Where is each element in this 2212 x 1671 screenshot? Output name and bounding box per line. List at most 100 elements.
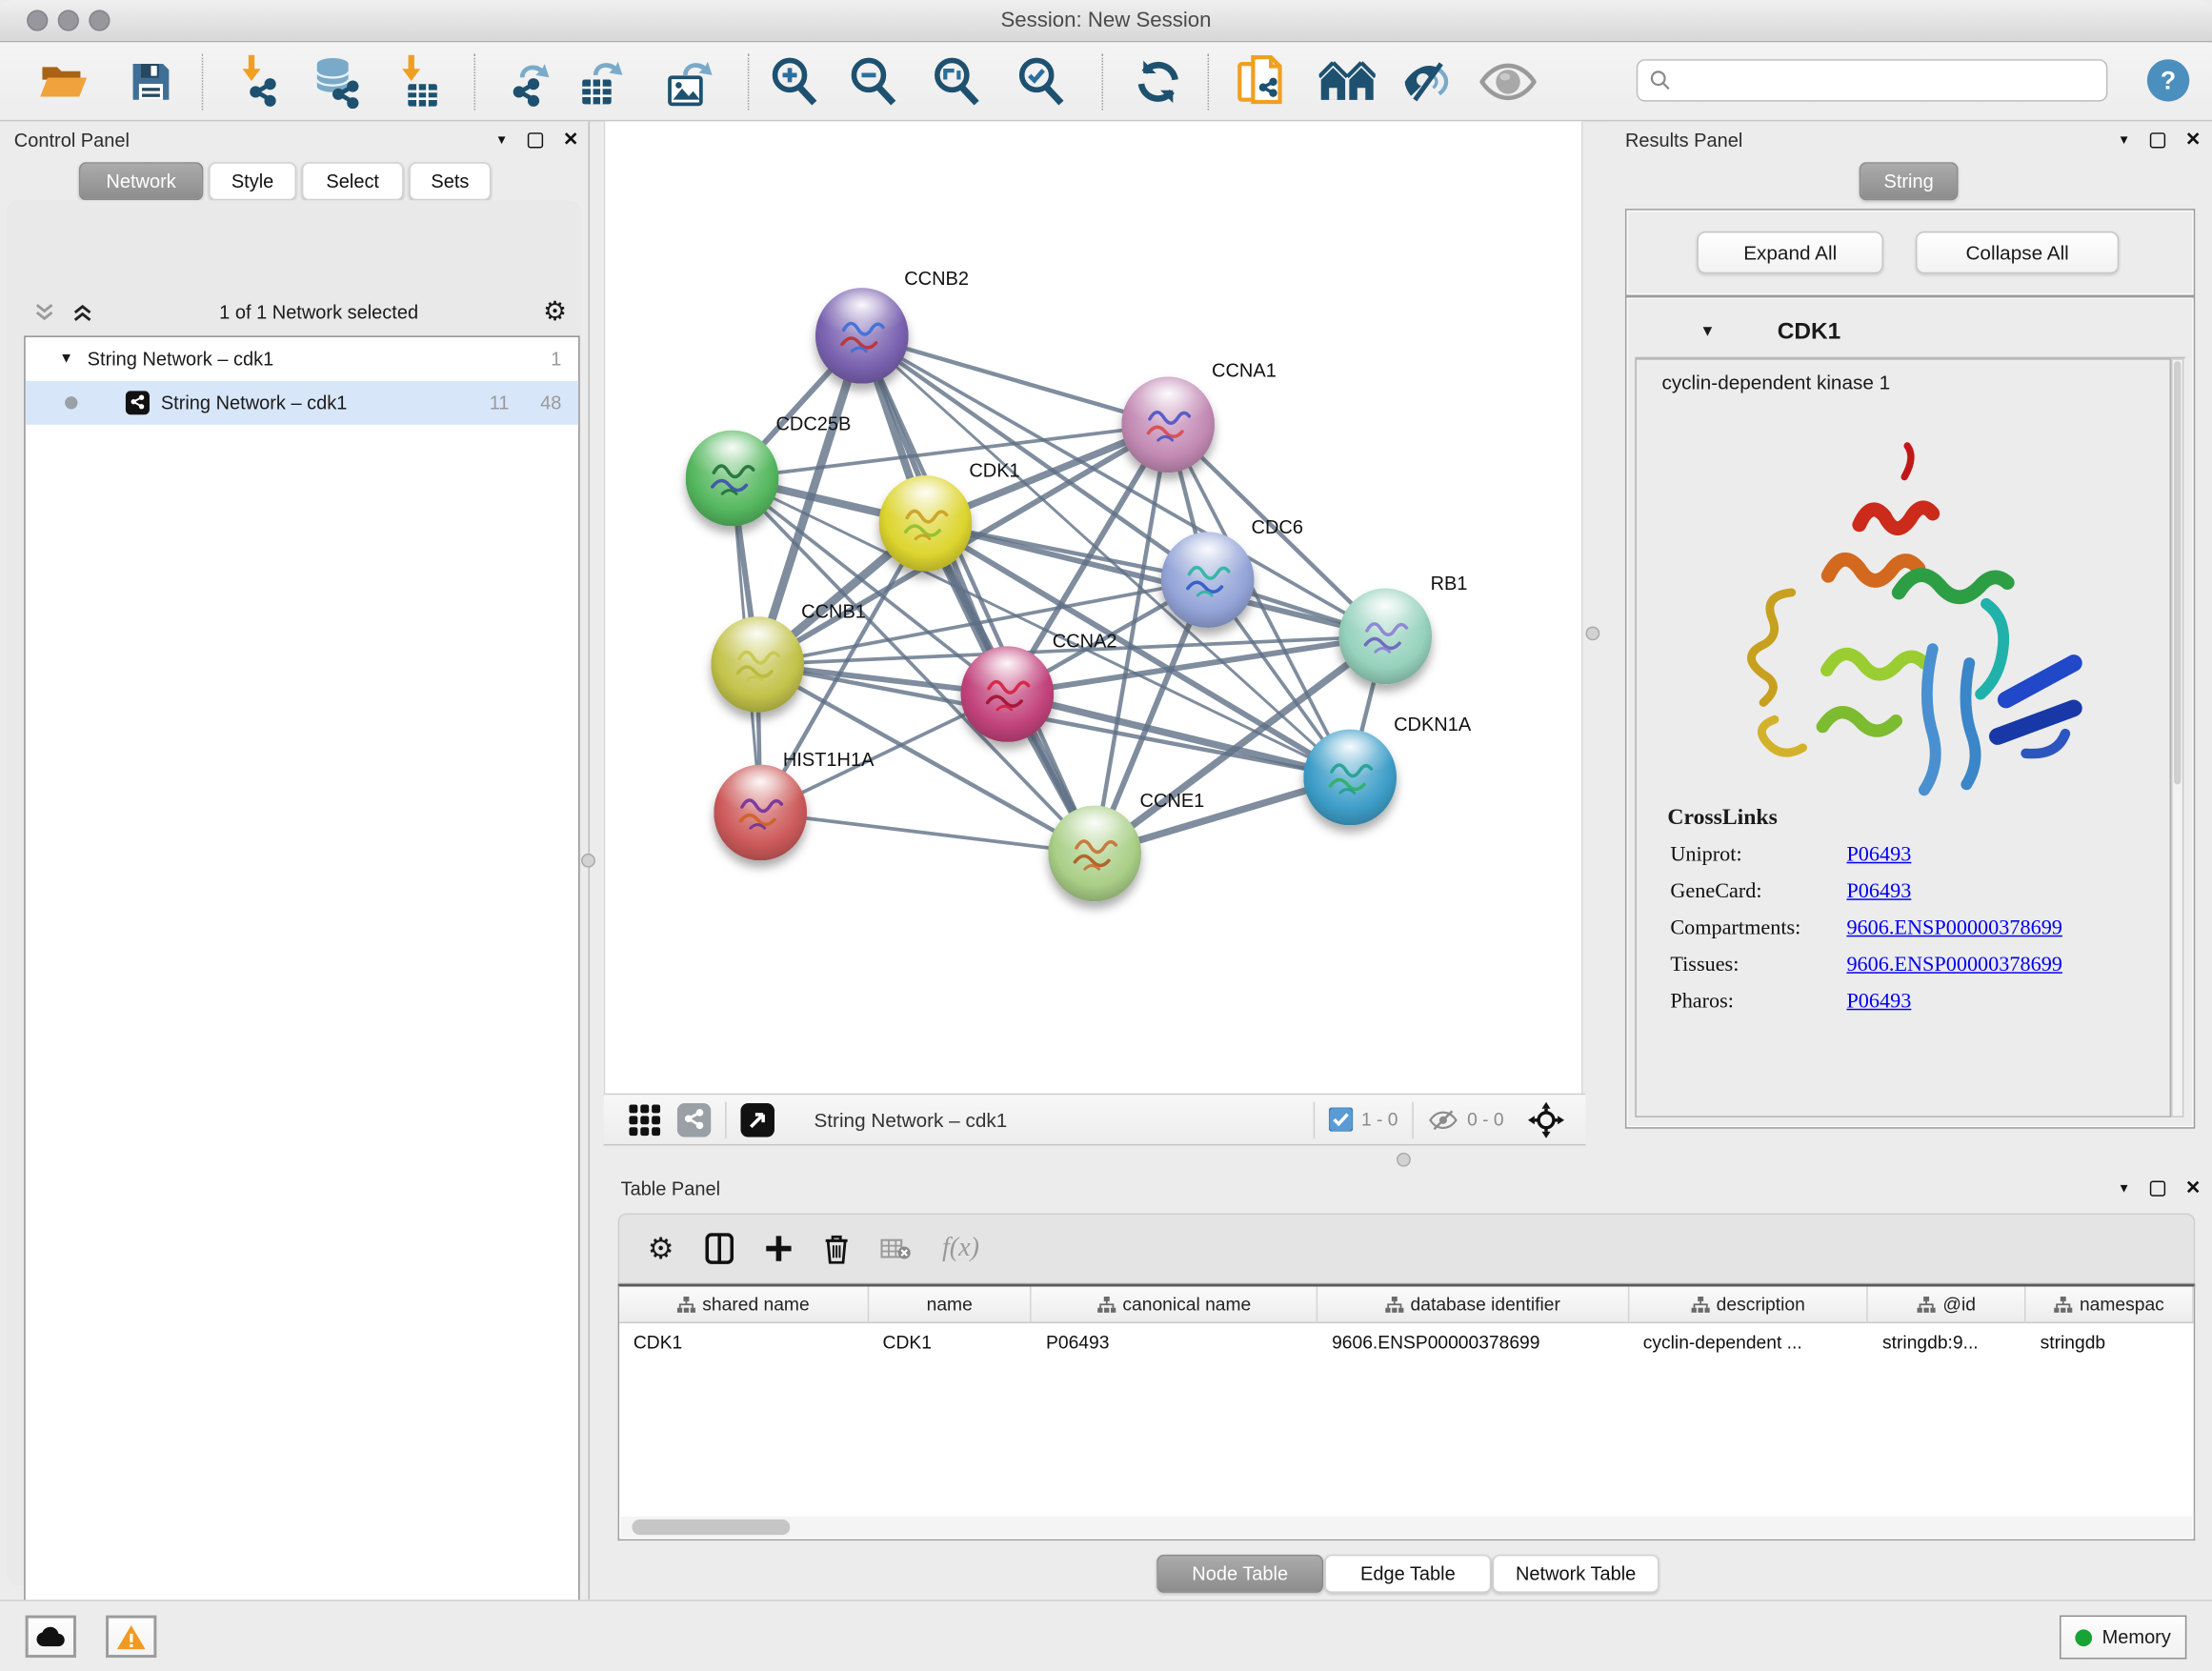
- column-header-description[interactable]: description: [1629, 1287, 1868, 1322]
- show-columns-icon[interactable]: [705, 1233, 734, 1264]
- network-collection-row[interactable]: ▼ String Network – cdk1 1: [26, 337, 578, 381]
- column-header-name[interactable]: name: [869, 1287, 1032, 1322]
- open-in-window-icon[interactable]: [740, 1102, 774, 1137]
- hidden-eye-icon[interactable]: [1428, 1108, 1459, 1131]
- close-panel-icon[interactable]: ✕: [563, 129, 578, 151]
- float-panel-icon[interactable]: [2150, 131, 2165, 147]
- close-panel-icon[interactable]: ✕: [2185, 129, 2201, 151]
- network-node-CDKN1A[interactable]: [1303, 730, 1397, 826]
- fit-selected-crosshair-icon[interactable]: [1526, 1099, 1565, 1138]
- cloud-status-button[interactable]: [26, 1616, 76, 1658]
- vertical-splitter-handle[interactable]: [581, 854, 595, 868]
- network-node-CCNB2[interactable]: [815, 288, 909, 384]
- network-node-CDK1[interactable]: [879, 475, 973, 572]
- close-panel-icon[interactable]: ✕: [2185, 1177, 2201, 1199]
- collapse-panel-icon[interactable]: ▼: [495, 132, 508, 147]
- network-node-CCNE1[interactable]: [1048, 806, 1141, 902]
- gear-icon[interactable]: ⚙: [543, 295, 567, 328]
- warning-status-button[interactable]: [106, 1616, 156, 1658]
- tab-node-table[interactable]: Node Table: [1156, 1555, 1323, 1593]
- show-graphics-details-button[interactable]: [1479, 53, 1536, 110]
- network-node-CDC6[interactable]: [1161, 532, 1255, 628]
- table-cell[interactable]: stringdb: [2026, 1332, 2194, 1353]
- tab-sets[interactable]: Sets: [409, 162, 491, 200]
- tab-string[interactable]: String: [1860, 162, 1959, 200]
- network-canvas[interactable]: CCNB2CCNA1CDC25BCDK1CDC6RB1CCNB1CCNA2CDK…: [604, 121, 1583, 1093]
- memory-button[interactable]: Memory: [2060, 1616, 2186, 1660]
- tab-select[interactable]: Select: [302, 162, 404, 200]
- table-cell[interactable]: stringdb:9...: [1868, 1332, 2026, 1353]
- export-table-button[interactable]: [574, 53, 631, 110]
- export-image-button[interactable]: [662, 53, 718, 110]
- delete-table-icon[interactable]: [880, 1236, 912, 1261]
- import-table-button[interactable]: [387, 53, 443, 110]
- table-settings-gear-icon[interactable]: ⚙: [648, 1231, 674, 1266]
- network-node-HIST1H1A[interactable]: [714, 765, 807, 861]
- column-header--id[interactable]: @id: [1868, 1287, 2026, 1322]
- column-header-database-identifier[interactable]: database identifier: [1317, 1287, 1629, 1322]
- tab-network-table[interactable]: Network Table: [1493, 1555, 1659, 1593]
- column-header-shared-name[interactable]: shared name: [619, 1287, 869, 1322]
- zoom-in-button[interactable]: [766, 53, 822, 110]
- network-node-RB1[interactable]: [1338, 589, 1432, 685]
- float-panel-icon[interactable]: [2150, 1180, 2165, 1196]
- function-builder-icon[interactable]: f(x): [942, 1233, 979, 1264]
- table-cell[interactable]: P06493: [1032, 1332, 1317, 1353]
- results-splitter-handle[interactable]: [1585, 627, 1599, 641]
- crosslink-genecard-link[interactable]: P06493: [1846, 880, 1911, 904]
- network-row[interactable]: String Network – cdk1 11 48: [26, 381, 578, 425]
- tree-expander-icon[interactable]: ▼: [59, 352, 73, 367]
- string-query-button[interactable]: [1232, 53, 1288, 110]
- delete-column-trash-icon[interactable]: [824, 1234, 850, 1263]
- crosslink-uniprot-link[interactable]: P06493: [1846, 844, 1911, 868]
- import-network-file-button[interactable]: [229, 53, 285, 110]
- share-view-icon[interactable]: [677, 1102, 712, 1137]
- tab-network[interactable]: Network: [79, 162, 203, 200]
- save-session-button[interactable]: [123, 53, 179, 110]
- float-panel-icon[interactable]: [528, 131, 543, 147]
- expand-all-button[interactable]: Expand All: [1697, 232, 1882, 273]
- table-cell[interactable]: 9606.ENSP00000378699: [1317, 1332, 1629, 1353]
- zoom-selected-button[interactable]: [1013, 53, 1069, 110]
- tab-edge-table[interactable]: Edge Table: [1325, 1555, 1492, 1593]
- network-edge-CCNB2-CCNE1[interactable]: [862, 335, 1095, 853]
- network-node-CCNB1[interactable]: [711, 616, 804, 713]
- results-scrollbar[interactable]: [2171, 358, 2183, 1117]
- toolbar-search[interactable]: [1637, 59, 2108, 101]
- table-cell[interactable]: CDK1: [869, 1332, 1032, 1353]
- table-cell[interactable]: CDK1: [619, 1332, 869, 1353]
- table-horizontal-scrollbar[interactable]: [621, 1517, 2193, 1538]
- network-node-CCNA1[interactable]: [1121, 376, 1215, 473]
- network-node-CDC25B[interactable]: [686, 431, 779, 527]
- search-input[interactable]: [1680, 69, 2095, 92]
- network-node-CCNA2[interactable]: [960, 646, 1054, 742]
- open-session-button[interactable]: [35, 53, 91, 110]
- crosslink-tissues-link[interactable]: 9606.ENSP00000378699: [1846, 954, 2061, 977]
- birdseye-grid-icon[interactable]: [629, 1104, 660, 1136]
- zoom-fit-button[interactable]: [928, 53, 984, 110]
- table-row[interactable]: CDK1CDK1P064939606.ENSP00000378699cyclin…: [619, 1323, 2194, 1361]
- tab-style[interactable]: Style: [209, 162, 296, 200]
- column-header-canonical-name[interactable]: canonical name: [1032, 1287, 1317, 1322]
- add-column-icon[interactable]: [764, 1235, 793, 1263]
- crosslink-compartments-link[interactable]: 9606.ENSP00000378699: [1846, 917, 2061, 941]
- selected-checkbox-icon[interactable]: [1329, 1107, 1353, 1131]
- gene-section-header[interactable]: ▼ CDK1: [1635, 306, 2185, 358]
- collapse-panel-icon[interactable]: ▼: [2118, 1180, 2130, 1195]
- crosslink-pharos-link[interactable]: P06493: [1846, 991, 1911, 1015]
- expand-all-icon[interactable]: [70, 300, 94, 324]
- column-header-namespac[interactable]: namespac: [2026, 1287, 2194, 1322]
- collapse-panel-icon[interactable]: ▼: [2118, 132, 2130, 147]
- export-network-button[interactable]: [501, 53, 557, 110]
- collapse-all-button[interactable]: Collapse All: [1916, 232, 2119, 273]
- collapse-all-icon[interactable]: [32, 300, 56, 324]
- help-button[interactable]: ?: [2147, 59, 2189, 101]
- enhanced-graphics-button[interactable]: [1400, 53, 1457, 110]
- string-home-button[interactable]: [1319, 53, 1376, 110]
- apply-layout-button[interactable]: [1130, 53, 1186, 110]
- horizontal-splitter-handle[interactable]: [1397, 1153, 1411, 1167]
- import-network-from-database-button[interactable]: [309, 53, 365, 110]
- table-cell[interactable]: cyclin-dependent ...: [1629, 1332, 1868, 1353]
- network-edge-HIST1H1A-CCNE1[interactable]: [760, 813, 1095, 854]
- zoom-out-button[interactable]: [845, 53, 901, 110]
